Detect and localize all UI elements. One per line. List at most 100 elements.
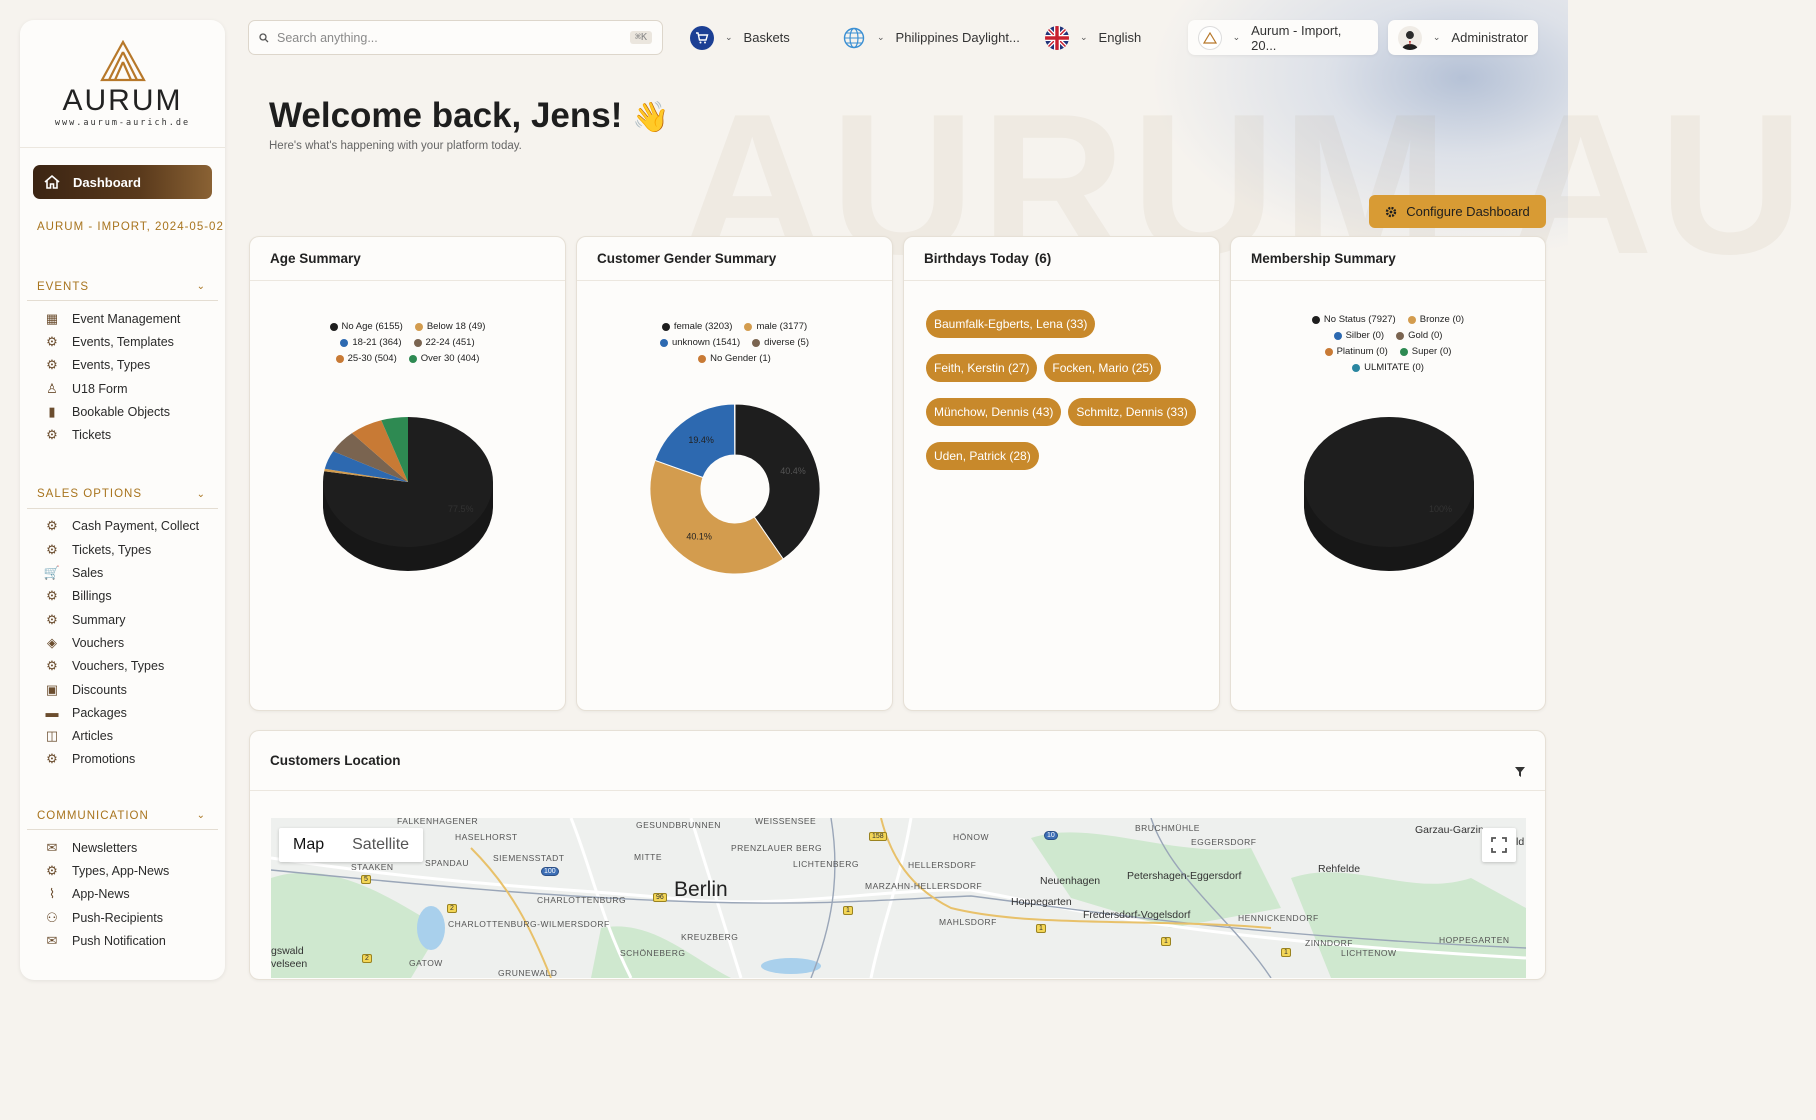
sidebar-item[interactable]: ⚙ Events, Templates bbox=[27, 330, 218, 353]
map-district-label: SPANDAU bbox=[425, 858, 469, 868]
gear-icon: ⚙ bbox=[46, 518, 58, 534]
sidebar-item-label: Push-Recipients bbox=[72, 910, 164, 925]
sidebar-item[interactable]: ✉ Newsletters bbox=[27, 836, 218, 859]
sidebar-item[interactable]: ▮ Bookable Objects bbox=[27, 400, 218, 423]
sidebar-item[interactable]: ◫ Articles bbox=[27, 724, 218, 747]
map-district-label: EGGERSDORF bbox=[1191, 837, 1257, 847]
sidebar-item[interactable]: ▬ Packages bbox=[27, 701, 218, 724]
legend-item[interactable]: unknown (1541) bbox=[659, 336, 740, 349]
map-district-label: SIEMENSSTADT bbox=[493, 853, 565, 863]
legend-swatch bbox=[414, 322, 423, 331]
sidebar-item[interactable]: ⚙ Tickets bbox=[27, 423, 218, 446]
legend-item[interactable]: Gold (0) bbox=[1396, 329, 1442, 342]
birthday-badge[interactable]: Focken, Mario (25) bbox=[1044, 354, 1162, 382]
legend-item[interactable]: No Age (6155) bbox=[329, 320, 403, 333]
legend-swatch bbox=[752, 338, 761, 347]
birthday-badge[interactable]: Münchow, Dennis (43) bbox=[926, 398, 1062, 426]
user-menu[interactable]: ⌄ Administrator bbox=[1388, 20, 1538, 55]
sidebar-item[interactable]: ⚙ Types, App-News bbox=[27, 859, 218, 882]
envelope-outline-icon: ✉ bbox=[46, 932, 58, 948]
legend-label: female (3203) bbox=[673, 321, 733, 332]
birthday-badge[interactable]: Baumfalk-Egberts, Lena (33) bbox=[926, 310, 1096, 338]
legend-item[interactable]: Silber (0) bbox=[1333, 329, 1384, 342]
timezone-dropdown[interactable]: ⌄ Philippines Daylight... bbox=[842, 20, 1020, 55]
legend-item[interactable]: 18-21 (364) bbox=[340, 336, 402, 349]
birthday-badge[interactable]: Feith, Kerstin (27) bbox=[926, 354, 1038, 382]
legend-item[interactable]: No Gender (1) bbox=[698, 352, 771, 365]
nav-dashboard-button[interactable]: Dashboard bbox=[33, 165, 212, 199]
gear-icon: ⚙ bbox=[46, 611, 58, 627]
birthday-badge[interactable]: Schmitz, Dennis (33) bbox=[1068, 398, 1196, 426]
sidebar-item-label: Cash Payment, Collect bbox=[72, 519, 200, 534]
legend-item[interactable]: male (3177) bbox=[744, 320, 807, 333]
legend-item[interactable]: 22-24 (451) bbox=[413, 336, 475, 349]
sidebar-item-label: Push Notification bbox=[72, 933, 166, 948]
sidebar-item-label: Newsletters bbox=[72, 840, 138, 855]
legend-label: Bronze (0) bbox=[1419, 314, 1465, 325]
location-map[interactable]: Berlin Neuenhagen Petershagen-Eggersdorf Ho… bbox=[271, 818, 1526, 978]
legend-label: 18-21 (364) bbox=[352, 337, 402, 348]
tags-icon: ◈ bbox=[47, 634, 57, 650]
pie-slice-label: 100% bbox=[1429, 504, 1452, 514]
configure-dashboard-button[interactable]: Configure Dashboard bbox=[1369, 195, 1546, 228]
legend-item[interactable]: Below 18 (49) bbox=[414, 320, 485, 333]
sidebar-item[interactable]: ▦ Event Management bbox=[27, 307, 218, 330]
section-sales-header[interactable]: SALES OPTIONS ⌄ bbox=[27, 481, 218, 509]
legend-item[interactable]: No Status (7927) bbox=[1311, 313, 1396, 326]
map-district-label: GESUNDBRUNNEN bbox=[636, 820, 721, 830]
legend-swatch bbox=[335, 354, 344, 363]
filter-icon[interactable] bbox=[1515, 767, 1525, 777]
language-dropdown[interactable]: ⌄ English bbox=[1045, 20, 1141, 55]
client-dropdown[interactable]: ⌄ Aurum - Import, 20... bbox=[1188, 20, 1378, 55]
section-communication: COMMUNICATION ⌄ ✉ Newsletters ⚙ Types, App-… bbox=[27, 802, 218, 952]
fullscreen-button[interactable] bbox=[1482, 828, 1516, 862]
sidebar-item[interactable]: ⚙ Events, Types bbox=[27, 354, 218, 377]
sidebar-item[interactable]: ⚇ Push-Recipients bbox=[27, 906, 218, 929]
map-road-shield: 100 bbox=[541, 867, 559, 876]
sidebar-item[interactable]: ▣ Discounts bbox=[27, 678, 218, 701]
map-type-tabs: Map Satellite bbox=[279, 828, 424, 862]
sidebar-item[interactable]: ⚙ Billings bbox=[27, 585, 218, 608]
sidebar-item[interactable]: ⚙ Promotions bbox=[27, 748, 218, 771]
sidebar-item[interactable]: ⚙ Tickets, Types bbox=[27, 538, 218, 561]
sidebar-item[interactable]: ⚙ Summary bbox=[27, 608, 218, 631]
section-communication-header[interactable]: COMMUNICATION ⌄ bbox=[27, 802, 218, 831]
sidebar-item[interactable]: ⚙ Cash Payment, Collect bbox=[27, 515, 218, 538]
welcome-title: Welcome back, Jens! bbox=[269, 96, 623, 135]
birthday-badge[interactable]: Uden, Patrick (28) bbox=[926, 442, 1039, 470]
sidebar-item-label: App-News bbox=[72, 887, 130, 902]
language-label: English bbox=[1098, 30, 1142, 45]
sidebar-item[interactable]: ◈ Vouchers bbox=[27, 631, 218, 654]
brand-logo[interactable]: AURUM www.aurum-aurich.de bbox=[20, 20, 225, 148]
legend-item[interactable]: Over 30 (404) bbox=[408, 352, 479, 365]
section-events-header[interactable]: EVENTS ⌄ bbox=[27, 273, 218, 301]
tab-map[interactable]: Map bbox=[279, 828, 338, 862]
map-district-label: MAHLSDORF bbox=[939, 917, 997, 927]
gender-donut-chart: 40.4% 40.1% 19.4% bbox=[649, 403, 821, 575]
legend-item[interactable]: Platinum (0) bbox=[1324, 345, 1388, 358]
legend-item[interactable]: diverse (5) bbox=[752, 336, 809, 349]
envelope-icon: ✉ bbox=[46, 839, 58, 855]
chevron-down-icon: ⌄ bbox=[1080, 32, 1088, 42]
tab-satellite[interactable]: Satellite bbox=[338, 828, 423, 862]
legend-item[interactable]: Super (0) bbox=[1399, 345, 1451, 358]
map-district-label: HOPPEGARTEN bbox=[1439, 935, 1510, 945]
map-district-label: HÖNOW bbox=[953, 832, 990, 842]
legend-item[interactable]: 25-30 (504) bbox=[335, 352, 397, 365]
client-label: AURUM - IMPORT, 2024-05-02 bbox=[37, 221, 224, 233]
search-input[interactable]: Search anything... ⌘K bbox=[248, 20, 663, 55]
sidebar-item-label: Promotions bbox=[72, 752, 136, 767]
legend-label: No Status (7927) bbox=[1323, 314, 1396, 325]
sidebar-item-label: Articles bbox=[72, 729, 113, 744]
sidebar-item[interactable]: ✉ Push Notification bbox=[27, 929, 218, 952]
legend-item[interactable]: female (3203) bbox=[661, 320, 733, 333]
baskets-dropdown[interactable]: ⌄ Baskets bbox=[690, 20, 790, 55]
sidebar-item[interactable]: 🛒 Sales bbox=[27, 561, 218, 584]
legend-swatch bbox=[1324, 347, 1333, 356]
legend-item[interactable]: ULMITATE (0) bbox=[1352, 361, 1424, 374]
sidebar-item[interactable]: ⚙ Vouchers, Types bbox=[27, 655, 218, 678]
sidebar-item[interactable]: ♙ U18 Form bbox=[27, 377, 218, 400]
legend-item[interactable]: Bronze (0) bbox=[1407, 313, 1465, 326]
sidebar-item[interactable]: ⌇ App-News bbox=[27, 883, 218, 906]
page-subtitle: Here's what's happening with your platfo… bbox=[269, 140, 522, 152]
